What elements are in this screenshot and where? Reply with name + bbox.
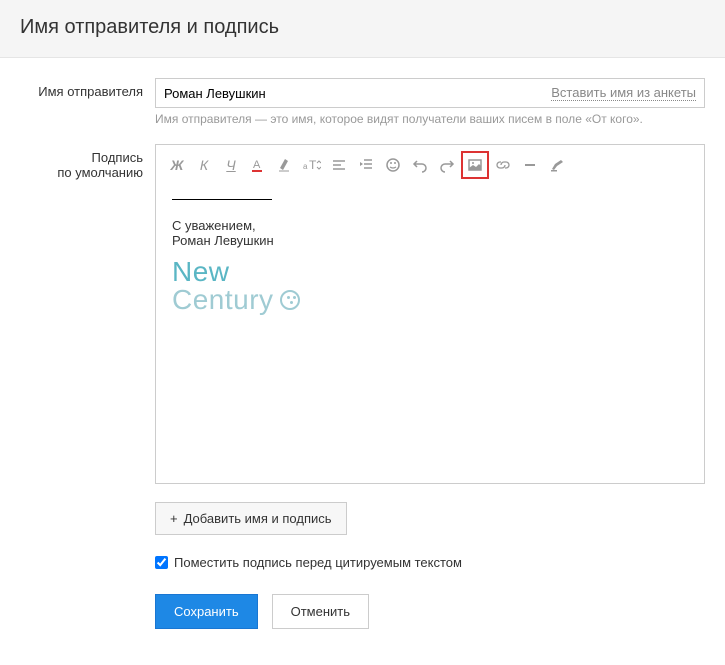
- sender-label: Имя отправителя: [20, 78, 155, 138]
- sender-hint: Имя отправителя — это имя, которое видят…: [155, 112, 705, 126]
- svg-text:T: T: [309, 158, 317, 172]
- signature-divider: [172, 199, 272, 200]
- place-before-quote-row: Поместить подпись перед цитируемым текст…: [155, 555, 705, 570]
- editor-content[interactable]: С уважением, Роман Левушкин New Century: [156, 185, 704, 483]
- link-button[interactable]: [490, 152, 516, 178]
- indent-button[interactable]: [353, 152, 379, 178]
- clear-format-button[interactable]: [544, 152, 570, 178]
- plus-icon: +: [170, 511, 178, 526]
- highlight-button[interactable]: [272, 152, 298, 178]
- cancel-button[interactable]: Отменить: [272, 594, 369, 629]
- page-header: Имя отправителя и подпись: [0, 0, 725, 58]
- signature-editor: Ж К Ч A aT: [155, 144, 705, 484]
- redo-button[interactable]: [434, 152, 460, 178]
- underline-button[interactable]: Ч: [218, 152, 244, 178]
- insert-from-profile-link[interactable]: Вставить имя из анкеты: [551, 85, 696, 101]
- content: Имя отправителя Вставить имя из анкеты И…: [0, 58, 725, 665]
- undo-button[interactable]: [407, 152, 433, 178]
- save-button[interactable]: Сохранить: [155, 594, 258, 629]
- sender-input-wrapper: Вставить имя из анкеты: [155, 78, 705, 108]
- action-buttons: Сохранить Отменить: [155, 594, 705, 629]
- text-color-button[interactable]: A: [245, 152, 271, 178]
- page-title: Имя отправителя и подпись: [20, 16, 705, 39]
- image-button[interactable]: [461, 151, 489, 179]
- sender-name-input[interactable]: [164, 79, 543, 107]
- signature-greeting: С уважением,: [172, 218, 688, 233]
- svg-text:a: a: [303, 162, 308, 171]
- emoji-button[interactable]: [380, 152, 406, 178]
- font-size-button[interactable]: aT: [299, 152, 325, 178]
- logo-icon: [280, 290, 300, 310]
- logo-line2: Century: [172, 286, 688, 314]
- hr-button[interactable]: [517, 152, 543, 178]
- italic-button[interactable]: К: [191, 152, 217, 178]
- signature-label: Подпись по умолчанию: [20, 144, 155, 629]
- logo-line1: New: [172, 258, 688, 286]
- place-before-quote-checkbox[interactable]: [155, 556, 168, 569]
- signature-name: Роман Левушкин: [172, 233, 688, 248]
- bold-button[interactable]: Ж: [164, 152, 190, 178]
- editor-toolbar: Ж К Ч A aT: [156, 145, 704, 185]
- svg-text:A: A: [253, 159, 261, 171]
- place-before-quote-label: Поместить подпись перед цитируемым текст…: [174, 555, 462, 570]
- sender-row: Имя отправителя Вставить имя из анкеты И…: [20, 78, 705, 138]
- align-button[interactable]: [326, 152, 352, 178]
- add-signature-button[interactable]: + Добавить имя и подпись: [155, 502, 347, 535]
- signature-row: Подпись по умолчанию Ж К Ч A aT: [20, 144, 705, 629]
